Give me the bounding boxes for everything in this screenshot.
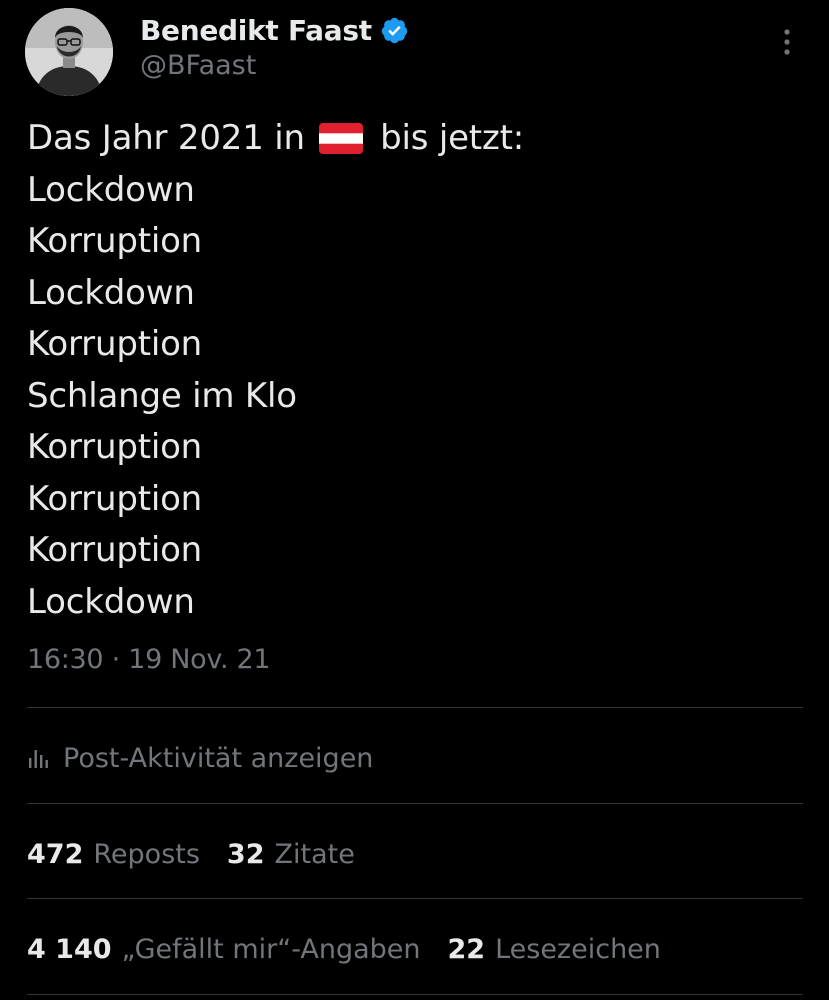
tweet-first-line-after: bis jetzt: [380,118,524,158]
more-vertical-icon [784,29,790,55]
bar-chart-icon [29,750,48,768]
divider [27,803,803,804]
post-activity-link[interactable]: Post-Aktivität anzeigen [27,738,373,778]
verified-badge-icon [381,17,407,43]
author-handle[interactable]: @BFaast [140,50,256,81]
quotes-label: Zitate [274,838,355,870]
tweet-line: Lockdown [27,272,195,313]
likes-stat[interactable]: 4 140 „Gefällt mir“-Angaben [27,934,421,965]
quotes-count: 32 [226,838,265,870]
tweet-line: Korruption [27,530,203,570]
austria-flag-icon [319,123,364,154]
likes-count: 4 140 [27,933,112,965]
meta-separator: · [111,644,121,675]
stats-row-likes: 4 140 „Gefällt mir“-Angaben 22 Lesezeich… [27,929,688,969]
divider [27,994,803,995]
tweet-first-line-before: Das Jahr 2021 in [27,118,305,158]
avatar[interactable] [25,8,113,96]
quotes-stat[interactable]: 32 Zitate [227,839,355,870]
more-options-button[interactable] [770,22,804,62]
avatar-photo [25,8,113,96]
likes-label: „Gefällt mir“-Angaben [121,933,421,965]
tweet-text: Das Jahr 2021 in bis jetzt: Lockdown Kor… [27,113,807,628]
bookmarks-stat[interactable]: 22 Lesezeichen [448,934,661,965]
tweet-first-line: Das Jahr 2021 in bis jetzt: [27,113,807,165]
divider [27,898,803,899]
stats-row-reposts: 472 Reposts 32 Zitate [27,834,382,874]
tweet-time: 16:30 [27,644,104,675]
tweet-line: Lockdown [27,581,195,622]
reposts-label: Reposts [93,838,200,870]
author-name[interactable]: Benedikt Faast [140,14,372,47]
tweet-line: Schlange im Klo [27,375,297,416]
reposts-count: 472 [27,838,84,870]
author-name-row[interactable]: Benedikt Faast [140,12,409,48]
tweet-line: Korruption [27,221,203,261]
post-activity-label: Post-Aktivität anzeigen [63,742,374,774]
tweet-line: Korruption [27,324,203,364]
tweet-line: Lockdown [27,169,195,210]
tweet-line: Korruption [27,478,203,519]
divider [27,707,803,708]
tweet-line: Korruption [27,427,203,467]
reposts-stat[interactable]: 472 Reposts [27,839,200,870]
tweet-timestamp[interactable]: 16:30 · 19 Nov. 21 [27,644,271,675]
bookmarks-label: Lesezeichen [495,933,661,965]
bookmarks-count: 22 [447,933,486,965]
tweet-date: 19 Nov. 21 [128,644,271,675]
